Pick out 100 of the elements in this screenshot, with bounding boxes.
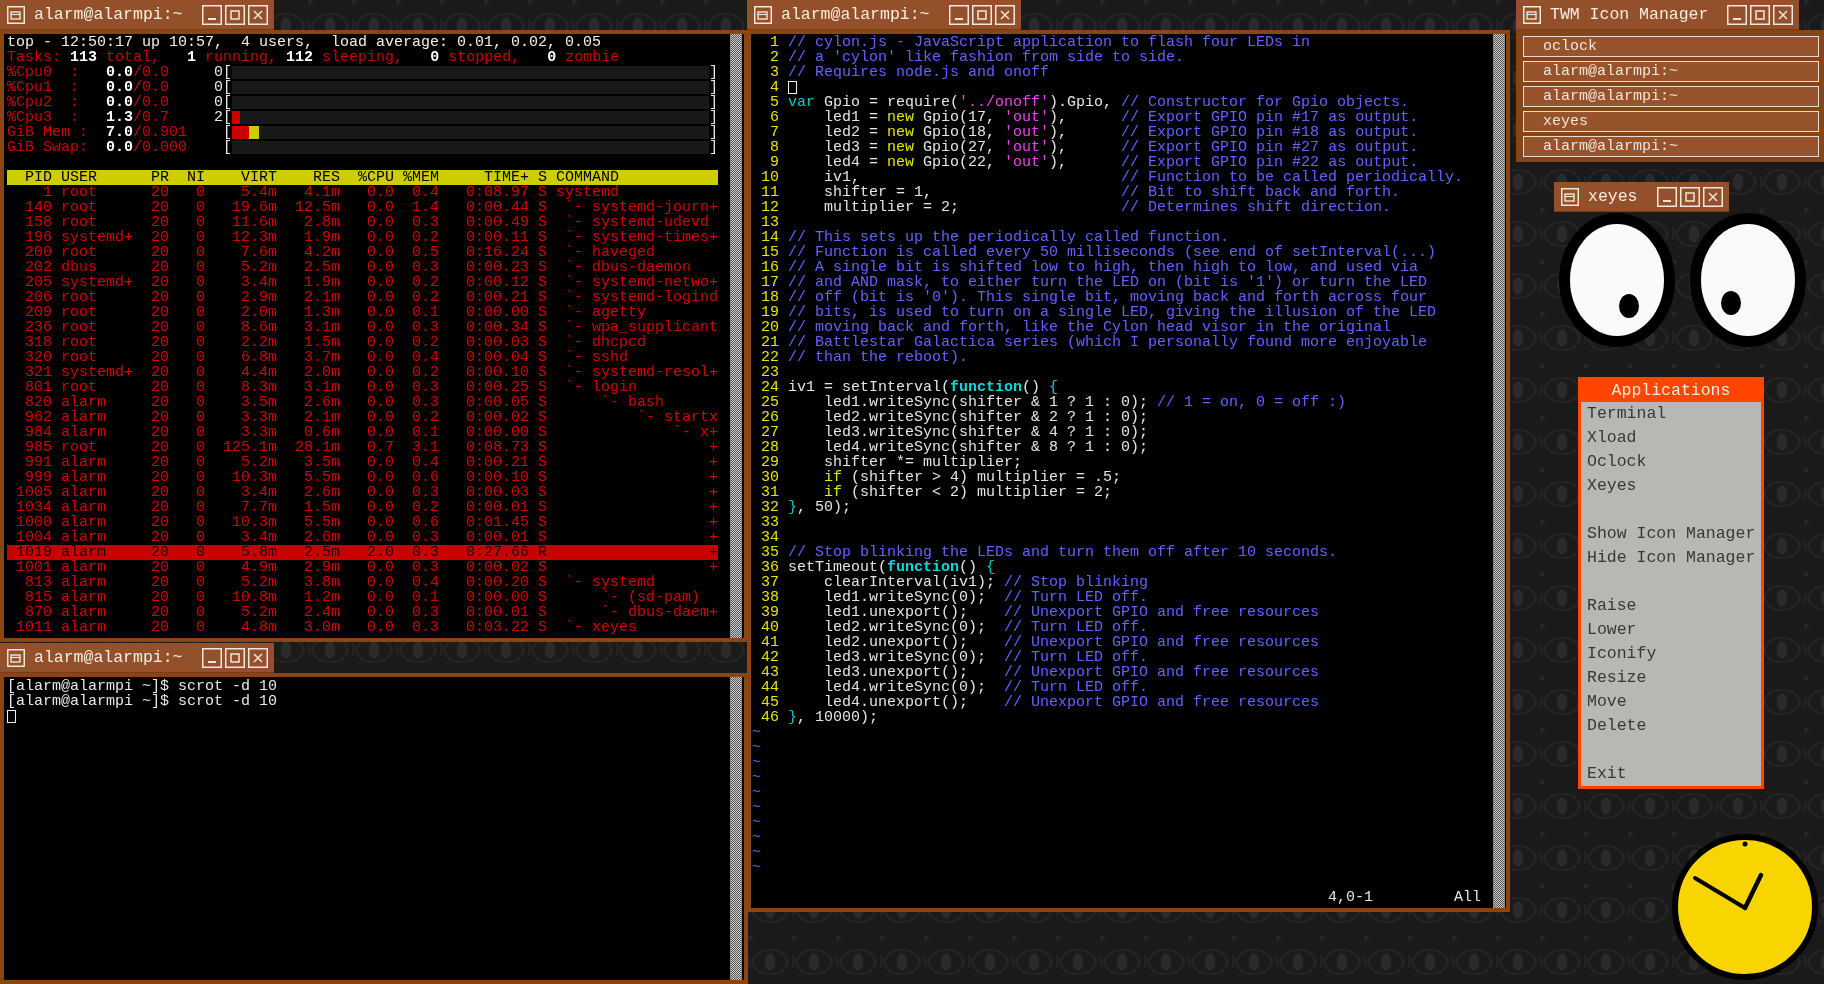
table-cell: 0.3 [412,395,439,410]
menu-item[interactable]: Xload [1581,426,1761,450]
menu-item[interactable]: Oclock [1581,450,1761,474]
table-cell: 0 [196,245,205,260]
table-cell: `- xeyes [565,620,637,635]
maximize-icon[interactable] [1679,186,1700,207]
menu-item[interactable]: Iconify [1581,642,1761,666]
title-bar[interactable]: alarm@alarmpi:~ [0,0,274,30]
close-icon[interactable] [1773,4,1794,25]
table-cell: 20 [151,575,169,590]
title-bar[interactable]: TWM Icon Manager [1516,0,1800,30]
scrollbar[interactable] [730,34,742,638]
maximize-icon[interactable] [1750,4,1771,25]
table-cell: `- systemd [565,575,655,590]
menu-item[interactable]: Resize [1581,666,1761,690]
close-icon[interactable] [1702,186,1723,207]
maximize-icon[interactable] [224,4,245,25]
menu-item[interactable]: Terminal [1581,402,1761,426]
tilde-marker: ~ [752,769,761,786]
table-cell: 200 [25,245,52,260]
table-cell: 3.5m [241,395,277,410]
line-number: 28 [761,440,779,455]
window-title: alarm@alarmpi:~ [781,4,930,25]
table-cell: alarm [61,500,106,515]
menu-item[interactable]: Exit [1581,762,1761,786]
icon-manager-entry[interactable]: xeyes [1523,111,1819,132]
close-icon[interactable] [994,4,1015,25]
table-cell: 2.0 [367,545,394,560]
text-cursor-icon [7,710,16,723]
column-header: COMMAND [556,170,619,185]
table-cell: 4.9m [241,560,277,575]
maximize-icon[interactable] [224,647,245,668]
close-icon[interactable] [247,647,268,668]
title-bar[interactable]: alarm@alarmpi:~ [747,0,1021,30]
line-number: 30 [761,470,779,485]
menu-item[interactable]: Lower [1581,618,1761,642]
tilde-marker: ~ [752,814,761,831]
table-cell: 0 [196,275,205,290]
window-icon[interactable] [1523,5,1541,24]
table-cell: 0 [196,410,205,425]
scrollbar[interactable] [730,677,742,980]
window-icon[interactable] [7,5,25,24]
table-cell: 0 [196,350,205,365]
table-cell: root [61,305,97,320]
title-bar[interactable]: alarm@alarmpi:~ [0,643,274,673]
title-bar[interactable]: xeyes [1554,182,1729,212]
menu-item[interactable]: Show Icon Manager [1581,522,1761,546]
table-cell: 0:00.00 [466,590,529,605]
line-number: 37 [761,575,779,590]
maximize-icon[interactable] [971,4,992,25]
code-line: iv1, // Function to be called periodically. [823,170,1464,185]
minimize-icon[interactable] [201,647,222,668]
table-cell: S [538,410,547,425]
table-cell: 0.0 [367,305,394,320]
table-cell: S [538,515,547,530]
table-cell: 5.8m [241,545,277,560]
menu-item[interactable]: Raise [1581,594,1761,618]
window-icon[interactable] [754,5,772,24]
minimize-icon[interactable] [1656,186,1677,207]
menu-item[interactable]: Hide Icon Manager [1581,546,1761,570]
table-cell: 20 [151,410,169,425]
table-cell: S [538,320,547,335]
minimize-icon[interactable] [948,4,969,25]
menu-item[interactable]: Move [1581,690,1761,714]
table-cell: 206 [25,290,52,305]
line-number: 16 [761,260,779,275]
icon-manager-entry[interactable]: oclock [1523,36,1819,57]
close-icon[interactable] [247,4,268,25]
table-cell: S [538,335,547,350]
table-cell: 0.3 [412,530,439,545]
line-number: 11 [761,185,779,200]
window-title: alarm@alarmpi:~ [34,4,183,25]
table-cell: `- wpa_supplicant [565,320,719,335]
table-cell: 236 [25,320,52,335]
table-cell: + [709,485,719,500]
table-cell: 20 [151,455,169,470]
menu-item[interactable]: Delete [1581,714,1761,738]
icon-manager-entry[interactable]: alarm@alarmpi:~ [1523,86,1819,107]
table-cell: S [538,395,547,410]
code-line: led4.writeSync(shifter & 8 ? 1 : 0); [823,440,1149,455]
table-cell: 125.1m [223,440,277,455]
icon-manager-entry[interactable]: alarm@alarmpi:~ [1523,136,1819,157]
tilde-marker: ~ [752,739,761,756]
table-cell: 4.4m [241,365,277,380]
tilde-marker: ~ [752,724,761,741]
code-line: multiplier = 2; // Determines shift direction. [823,200,1392,215]
code-line: // A single bit is shifted low to high, then high to low, and used via [788,260,1419,275]
table-cell: S [538,620,547,635]
minimize-icon[interactable] [1727,4,1748,25]
table-cell: 0:00.03 [466,485,529,500]
table-cell: 0.0 [367,320,394,335]
scrollbar[interactable] [1493,34,1505,908]
table-cell: 4.2m [304,245,340,260]
window-icon[interactable] [7,648,25,667]
window-icon[interactable] [1561,187,1579,206]
icon-manager-entry[interactable]: alarm@alarmpi:~ [1523,61,1819,82]
table-cell: 0.0 [367,245,394,260]
minimize-icon[interactable] [201,4,222,25]
table-cell: 0:00.20 [466,575,529,590]
menu-item[interactable]: Xeyes [1581,474,1761,498]
